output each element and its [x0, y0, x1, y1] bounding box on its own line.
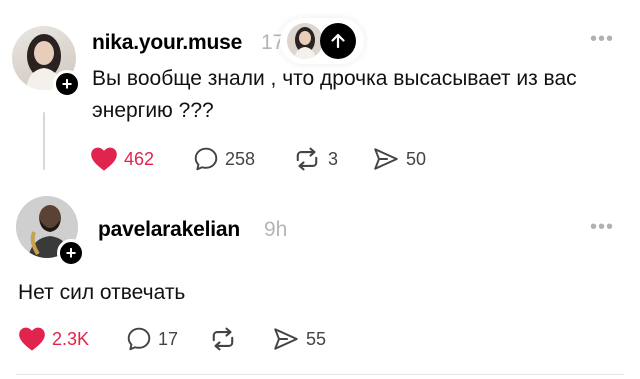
send-icon	[274, 328, 298, 350]
comment-count: 258	[225, 148, 256, 169]
scroll-up-pill[interactable]	[280, 18, 364, 64]
share-count: 50	[406, 148, 427, 169]
like-button[interactable]: 462	[90, 146, 154, 172]
heart-icon	[91, 147, 117, 171]
reply-username[interactable]: pavelarakelian	[98, 218, 240, 242]
share-button[interactable]: 55	[272, 326, 326, 352]
follow-plus-icon[interactable]: +	[57, 239, 85, 267]
thread-line	[43, 112, 45, 170]
like-count: 2.3K	[52, 328, 90, 349]
repost-button[interactable]	[208, 326, 244, 352]
heart-icon	[19, 327, 45, 351]
reply-more-menu[interactable]: •••	[590, 216, 614, 239]
repost-button[interactable]: 3	[292, 146, 338, 172]
like-count: 462	[124, 148, 155, 169]
like-button[interactable]: 2.3K	[18, 326, 89, 352]
reply-text: Нет сил отвечать	[18, 281, 186, 304]
repost-icon	[212, 327, 234, 351]
reply-time: 9h	[264, 218, 288, 241]
post-more-menu[interactable]: •••	[590, 28, 614, 51]
share-count: 55	[306, 328, 327, 349]
divider	[16, 374, 624, 375]
send-icon	[374, 148, 398, 170]
repost-count: 3	[328, 148, 339, 169]
comment-button[interactable]: 258	[193, 146, 255, 172]
comment-bubble-icon	[127, 327, 151, 351]
follow-plus-icon[interactable]: +	[53, 70, 81, 98]
share-button[interactable]: 50	[372, 146, 426, 172]
post-text: Вы вообще знали , что дрочка высасывает …	[92, 67, 577, 122]
pill-avatar	[287, 23, 323, 59]
comment-count: 17	[158, 328, 179, 349]
repost-icon	[296, 147, 318, 171]
comment-button[interactable]: 17	[126, 326, 178, 352]
arrow-up-icon[interactable]	[320, 23, 356, 59]
comment-bubble-icon	[194, 147, 218, 171]
post-username[interactable]: nika.your.muse	[92, 31, 242, 55]
